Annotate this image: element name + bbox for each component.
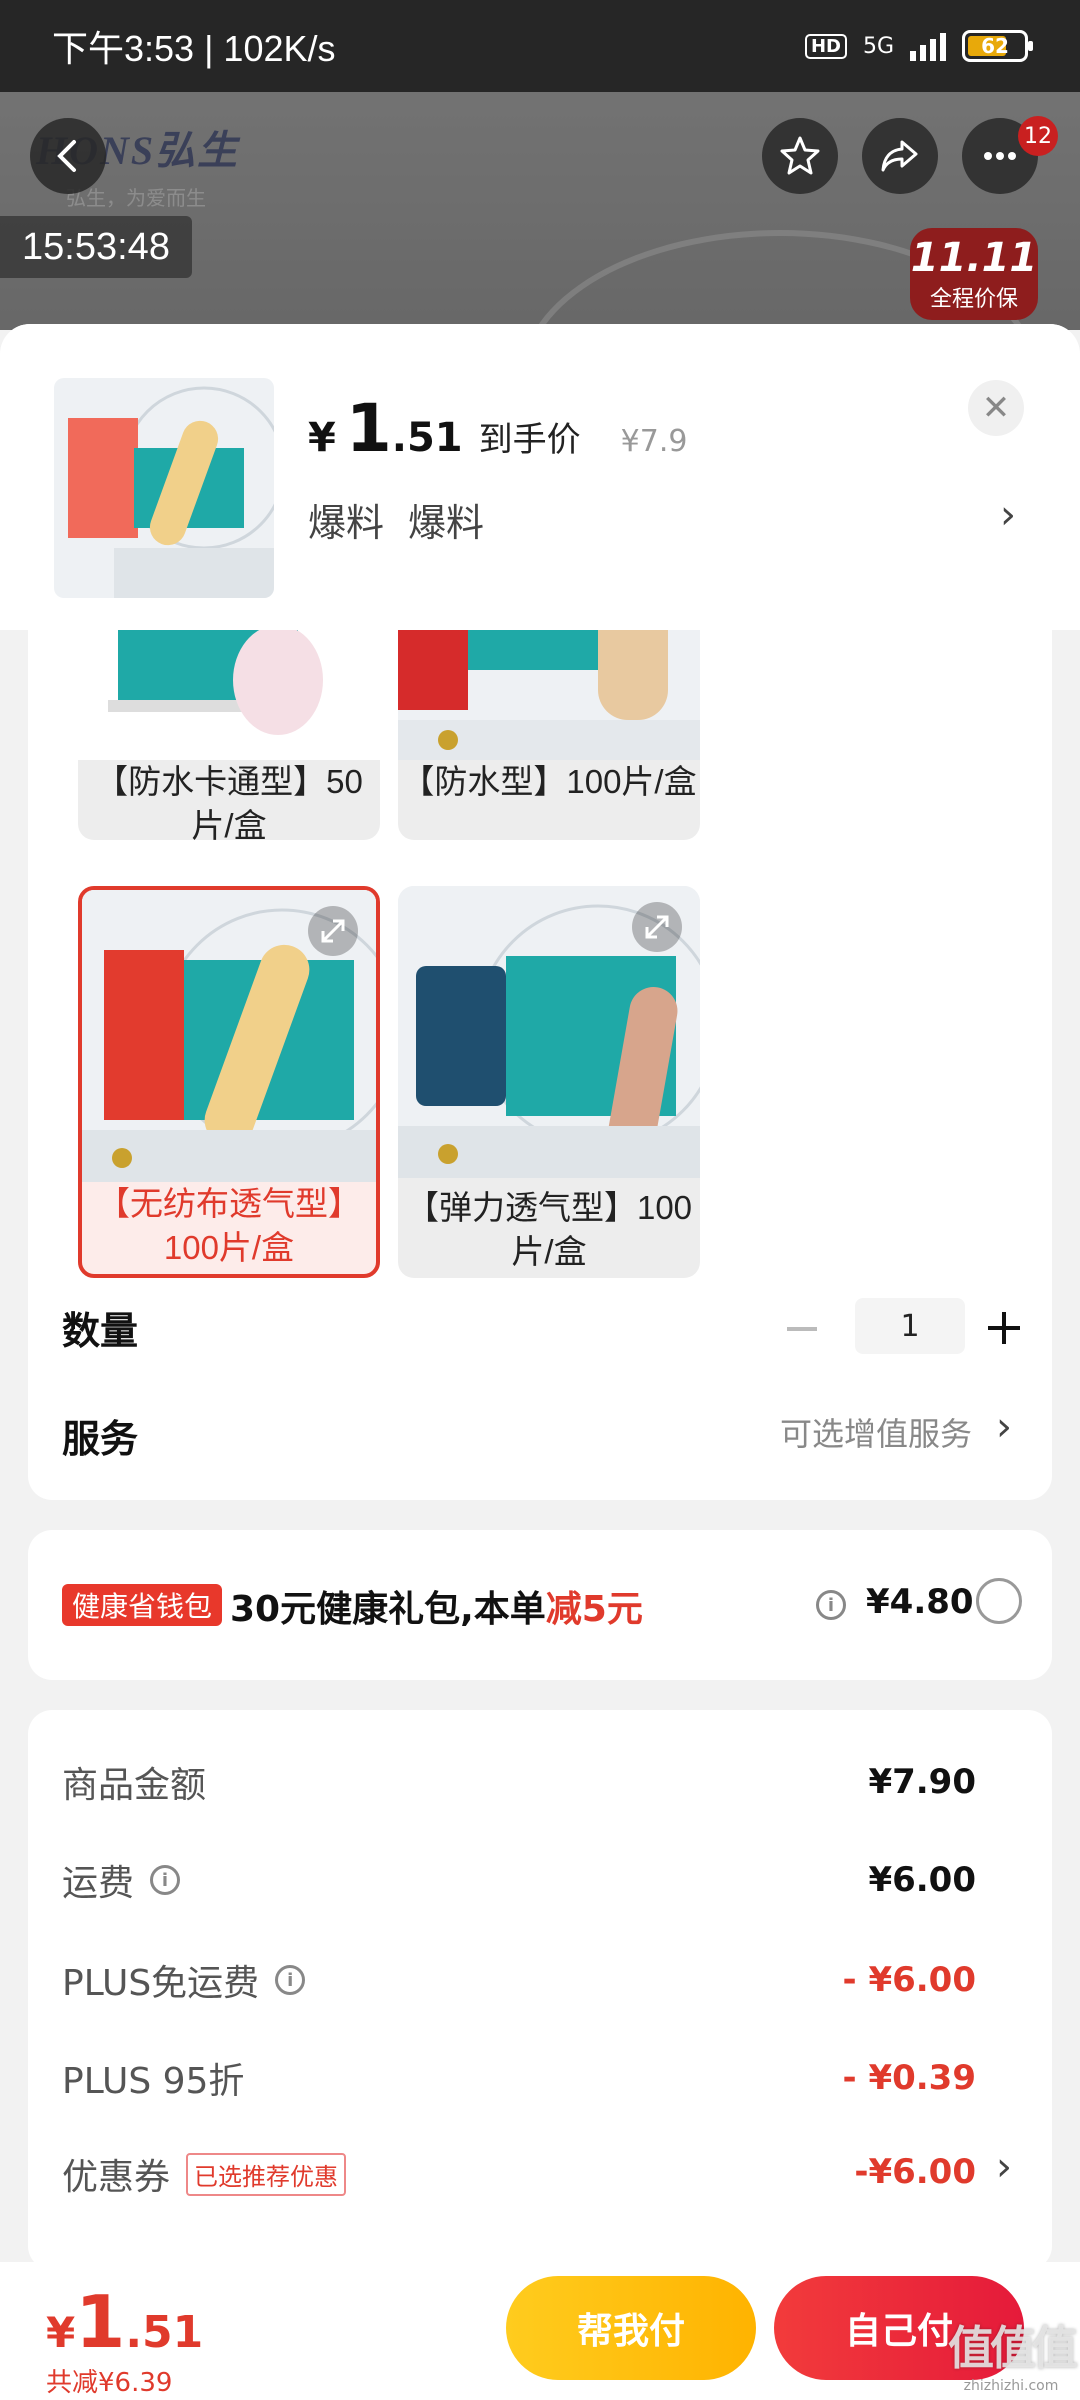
cost-label: 商品金额 xyxy=(62,1765,207,1806)
back-button[interactable] xyxy=(30,118,106,194)
service-label: 服务 xyxy=(62,1417,139,1461)
chevron-right-icon[interactable]: › xyxy=(996,1404,1012,1450)
plus-icon xyxy=(988,1312,1020,1344)
tags-line[interactable]: 爆料 爆料 xyxy=(308,492,484,547)
quantity-label: 数量 xyxy=(62,1309,139,1353)
minus-icon xyxy=(787,1327,817,1331)
product-thumbnail[interactable] xyxy=(54,378,274,598)
chevron-right-icon[interactable]: › xyxy=(996,2144,1012,2190)
help-pay-button[interactable]: 帮我付 xyxy=(506,2276,756,2380)
total-saved: 共减¥6.39 xyxy=(46,2368,173,2398)
price-line: ¥ 1 .51 到手价 ¥7.9 xyxy=(308,390,688,467)
close-icon: ✕ xyxy=(981,388,1011,428)
favorite-button[interactable] xyxy=(762,118,838,194)
original-price: ¥7.9 xyxy=(620,424,688,459)
status-time: 下午3:53 | 102K/s xyxy=(52,28,336,69)
cost-value: - ¥6.00 xyxy=(842,1960,977,2000)
spec-card: 【防水卡通型】50片/盒 【防水型】100片/盒 【无纺布透气型】100片/盒 … xyxy=(28,590,1052,1500)
tag-label: 爆料 xyxy=(408,501,485,545)
product-image-icon xyxy=(54,378,274,598)
hd-icon: HD xyxy=(804,33,847,59)
info-icon[interactable]: i xyxy=(150,1865,181,1895)
variant-label: 【无纺布透气型】100片/盒 xyxy=(97,1185,361,1266)
expand-icon[interactable] xyxy=(308,906,358,956)
info-icon[interactable]: i xyxy=(275,1965,306,1995)
cost-label: PLUS 95折 xyxy=(62,2061,245,2102)
cost-breakdown-card: 商品金额 ¥7.90 运费 i ¥6.00 PLUS免运费 i - ¥6.00 … xyxy=(28,1710,1052,2264)
cost-value: - ¥0.39 xyxy=(842,2058,977,2098)
bottom-action-bar: ¥ 1 .51 共减¥6.39 帮我付 自己付 xyxy=(0,2262,1080,2400)
notification-badge: 12 xyxy=(1018,116,1058,156)
network-label: 5G xyxy=(862,33,894,59)
variant-label: 【弹力透气型】100片/盒 xyxy=(405,1189,693,1270)
expand-icon[interactable] xyxy=(632,902,682,952)
promo-1111-badge: 11.11 全程价保 xyxy=(910,228,1038,320)
share-icon xyxy=(881,140,918,172)
coupon-tag: 已选推荐优惠 xyxy=(186,2152,347,2196)
variant-label: 【防水卡通型】50片/盒 xyxy=(95,763,363,840)
total-price: ¥ 1 .51 xyxy=(46,2280,204,2364)
coupon-row[interactable]: 优惠券 已选推荐优惠 xyxy=(62,2148,347,2200)
cost-value: ¥6.00 xyxy=(868,1860,976,1900)
signal-icon xyxy=(910,31,946,61)
star-icon xyxy=(780,136,820,175)
cost-value: -¥6.00 xyxy=(854,2152,976,2192)
quantity-increase-button[interactable] xyxy=(982,1306,1026,1350)
cost-label: 运费 i xyxy=(62,1854,181,1906)
health-package-card: 健康省钱包 30元健康礼包,本单减5元 i ¥4.80 xyxy=(28,1530,1052,1680)
variant-option-selected[interactable]: 【无纺布透气型】100片/盒 xyxy=(78,886,380,1278)
watermark: 值值值 zhizhizhi.com xyxy=(948,2321,1078,2394)
chevron-right-icon[interactable]: › xyxy=(1000,492,1016,538)
quantity-input[interactable]: 1 xyxy=(855,1298,965,1354)
tag-label: 爆料 xyxy=(308,501,385,545)
health-badge: 健康省钱包 xyxy=(62,1584,223,1626)
sheet-header: ¥ 1 .51 到手价 ¥7.9 爆料 爆料 › ✕ xyxy=(0,324,1080,630)
quantity-decrease-button[interactable] xyxy=(782,1309,822,1349)
battery-icon: 62 xyxy=(962,30,1033,62)
sku-selection-sheet: ¥ 1 .51 到手价 ¥7.9 爆料 爆料 › ✕ 【防水卡通型】50片/盒 … xyxy=(0,324,1080,2264)
variant-option[interactable]: 【弹力透气型】100片/盒 xyxy=(398,886,700,1278)
health-price: ¥4.80 xyxy=(866,1582,974,1622)
close-button[interactable]: ✕ xyxy=(968,380,1024,436)
clock-overlay: 15:53:48 xyxy=(0,216,192,278)
cost-value: ¥7.90 xyxy=(868,1762,976,1802)
status-bar: 下午3:53 | 102K/s HD 5G 62 xyxy=(0,0,1080,92)
more-dots-icon xyxy=(984,152,1016,160)
share-button[interactable] xyxy=(862,118,938,194)
info-icon[interactable]: i xyxy=(816,1590,846,1620)
back-arrow-icon xyxy=(57,140,76,172)
service-hint[interactable]: 可选增值服务 xyxy=(780,1409,972,1455)
variant-label: 【防水型】100片/盒 xyxy=(401,763,697,800)
health-text: 30元健康礼包,本单减5元 xyxy=(230,1589,643,1630)
cost-label: PLUS免运费 i xyxy=(62,1954,306,2006)
health-radio[interactable] xyxy=(976,1578,1022,1624)
